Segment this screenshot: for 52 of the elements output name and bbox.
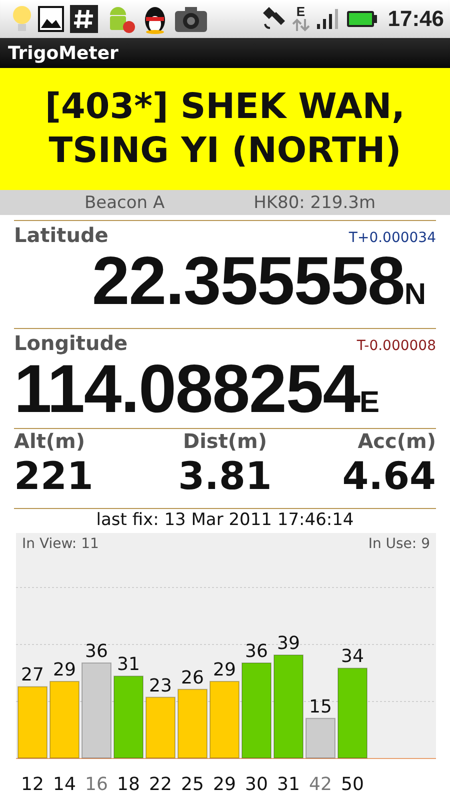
stat-value: 221 <box>14 453 94 499</box>
bar-value-label: 39 <box>277 633 300 654</box>
penguin-icon[interactable] <box>142 4 168 34</box>
bar-value-label: 27 <box>21 664 44 686</box>
height-value: HK80: 219.3m <box>254 192 376 212</box>
satellite-id-label: 16 <box>85 774 108 795</box>
bar-value-label: 34 <box>341 646 364 668</box>
last-fix-time: last fix: 13 Mar 2011 17:46:14 <box>95 509 355 532</box>
in-view-count: In View: 11 <box>22 535 99 554</box>
satellite-id-label: 14 <box>53 774 76 795</box>
offset-value: T-0.000008 <box>356 338 436 354</box>
stat-label: Acc(m) <box>358 429 436 453</box>
satellite-id-label: 42 <box>309 774 332 795</box>
field-label: Latitude <box>14 223 108 247</box>
bar-value-label: 36 <box>85 640 108 662</box>
coordinate-value: 114.088254 <box>14 353 360 425</box>
coordinate-value: 22.355558 <box>92 245 404 317</box>
satellite-id-label: 50 <box>341 774 364 795</box>
satellite-id-label: 22 <box>149 774 172 795</box>
hemisphere-letter: N <box>404 278 426 312</box>
bar-value-label: 29 <box>213 659 236 680</box>
data-arrows-icon <box>292 18 310 32</box>
satellite-id-label: 31 <box>277 774 300 795</box>
bar-value-label: 23 <box>149 675 172 696</box>
beacon-label: Beacon A <box>84 192 165 212</box>
battery-icon[interactable] <box>346 10 378 28</box>
camera-icon[interactable] <box>174 5 208 33</box>
stat-label: Alt(m) <box>14 429 86 453</box>
stat-value: 4.64 <box>342 453 436 499</box>
station-name: [403*] SHEK WAN, TSING YI (NORTH) <box>44 86 406 173</box>
satellite-id-label: 25 <box>181 774 204 795</box>
satellite-id-label: 30 <box>245 774 268 795</box>
satellite-id-label: 29 <box>213 774 236 795</box>
clock-time: 17:46 <box>388 6 444 32</box>
bar-value-label: 31 <box>117 654 140 676</box>
satellite-id-label: 18 <box>117 774 140 795</box>
hemisphere-letter: E <box>360 386 380 420</box>
bar-value-label: 29 <box>53 659 76 680</box>
signal-icon[interactable] <box>316 8 340 30</box>
offset-value: T+0.000034 <box>348 230 436 246</box>
app-title: TrigoMeter <box>8 42 118 64</box>
in-use-count: In Use: 9 <box>368 535 430 554</box>
bar-value-label: 15 <box>309 696 332 718</box>
bar-value-label: 26 <box>181 667 204 688</box>
stat-label: Dist(m) <box>182 429 268 453</box>
bar-value-label: 36 <box>245 640 268 662</box>
stat-value: 3.81 <box>178 453 272 499</box>
network-type: E <box>296 6 306 18</box>
hash-icon[interactable] <box>70 5 98 33</box>
image-icon[interactable] <box>38 6 64 32</box>
satellite-id-label: 12 <box>21 774 44 795</box>
field-label: Longitude <box>14 331 128 355</box>
